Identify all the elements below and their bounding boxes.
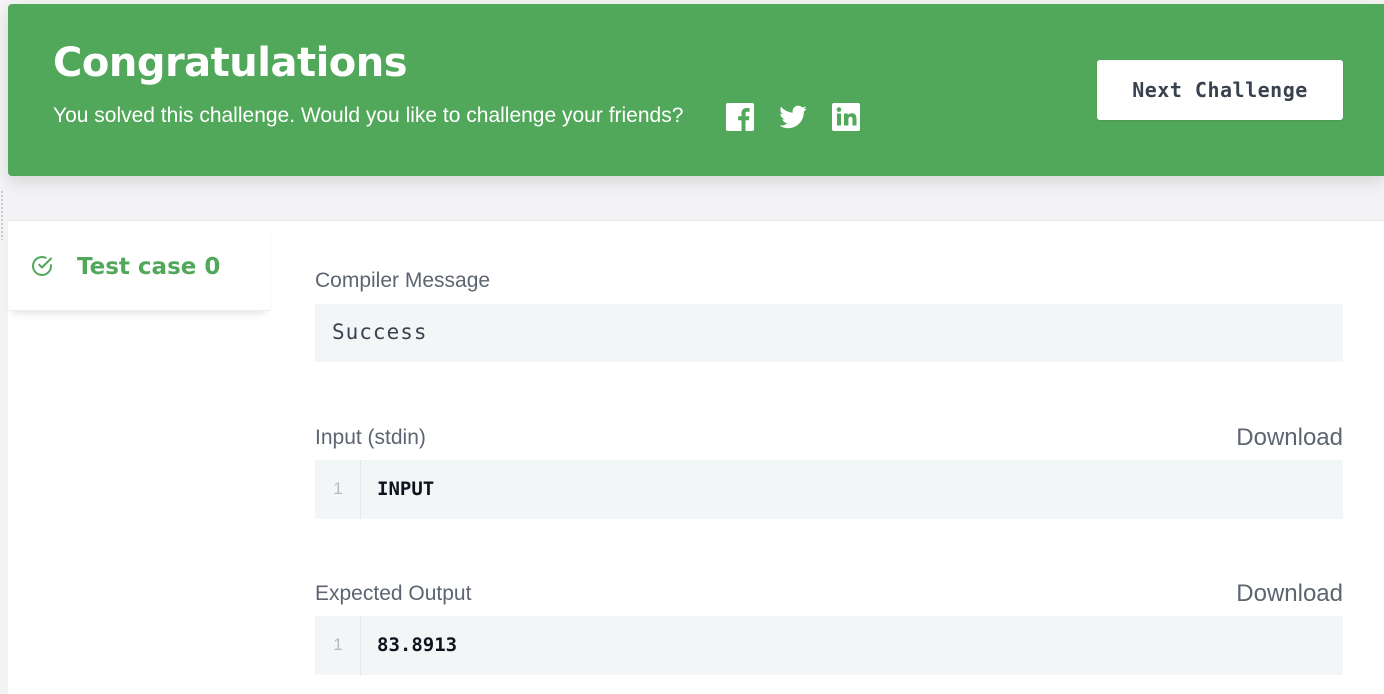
line-number: 1 xyxy=(333,635,343,654)
facebook-icon[interactable] xyxy=(725,102,755,132)
expected-download-link[interactable]: Download xyxy=(1236,580,1343,608)
compiler-message: Success xyxy=(332,320,428,344)
compiler-message-box: Success xyxy=(315,304,1343,362)
compiler-message-label: Compiler Message xyxy=(315,269,491,292)
expected-output-label: Expected Output xyxy=(315,582,472,605)
success-banner: Congratulations You solved this challeng… xyxy=(8,4,1384,176)
banner-title: Congratulations xyxy=(53,40,408,86)
twitter-icon[interactable] xyxy=(778,102,808,132)
expected-output-box: 1 83.8913 xyxy=(315,616,1343,675)
resize-handle[interactable] xyxy=(0,190,4,240)
input-line: INPUT xyxy=(377,478,435,500)
input-download-link[interactable]: Download xyxy=(1236,424,1343,452)
results-panel: Test case 0 Compiler Message Success Inp… xyxy=(8,220,1384,694)
next-challenge-button[interactable]: Next Challenge xyxy=(1097,60,1343,120)
banner-subtitle: You solved this challenge. Would you lik… xyxy=(53,104,684,127)
input-label: Input (stdin) xyxy=(315,426,426,449)
tab-label: Test case 0 xyxy=(77,254,221,280)
line-number: 1 xyxy=(333,479,343,498)
expected-line: 83.8913 xyxy=(377,634,458,656)
line-gutter: 1 xyxy=(315,616,361,675)
tab-test-case-0[interactable]: Test case 0 xyxy=(8,221,270,311)
linkedin-icon[interactable] xyxy=(831,102,861,132)
check-circle-icon xyxy=(32,256,52,276)
input-code-box: 1 INPUT xyxy=(315,460,1343,519)
line-gutter: 1 xyxy=(315,460,361,519)
